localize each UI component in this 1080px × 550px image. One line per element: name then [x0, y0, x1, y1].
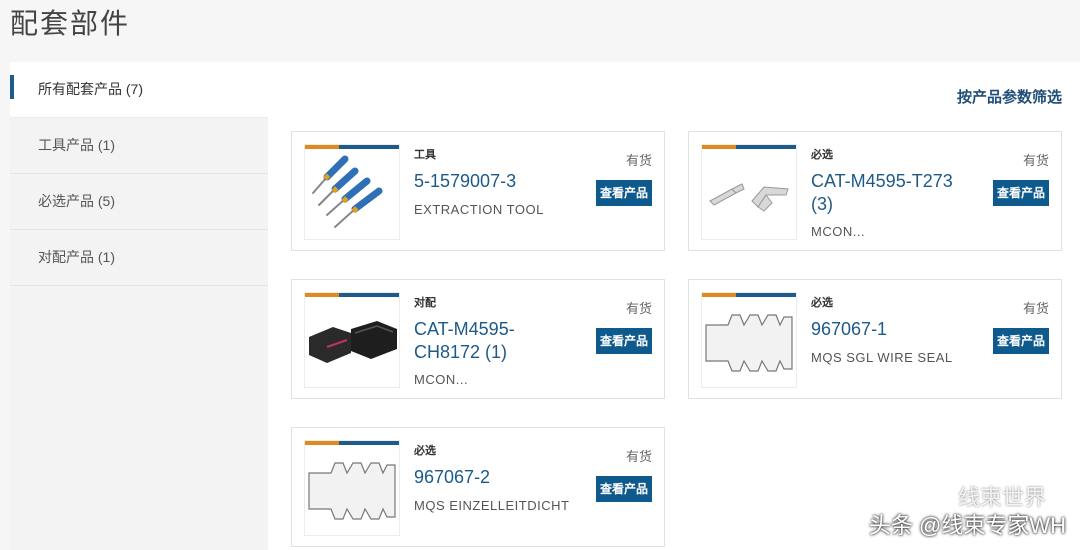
- wire-seal-image[interactable]: [304, 440, 400, 536]
- view-product-button[interactable]: 查看产品: [993, 328, 1049, 354]
- sidebar: 所有配套产品 (7) 工具产品 (1) 必选产品 (5) 对配产品 (1): [10, 62, 268, 550]
- product-category: 必选: [811, 297, 833, 309]
- page-title: 配套部件: [10, 8, 131, 39]
- wire-seal-icon: [308, 462, 396, 520]
- filter-by-parameters-link[interactable]: 按产品参数筛选: [957, 86, 1062, 107]
- sidebar-item-required[interactable]: 必选产品 (5): [10, 174, 268, 230]
- part-number-link[interactable]: 967067-2: [414, 466, 574, 489]
- product-card: 工具 5-1579007-3 EXTRACTION TOOL 有货 查看产品: [291, 131, 665, 251]
- product-description: MQS SGL WIRE SEAL: [811, 350, 953, 365]
- watermark-text: 头条 @线束专家WH: [868, 513, 1066, 538]
- product-description: MCON...: [811, 224, 866, 239]
- product-card: 必选 CAT-M4595-T273 (3) MCON... 有货 查看产品: [688, 131, 1062, 251]
- sidebar-item-all[interactable]: 所有配套产品 (7): [10, 62, 268, 118]
- product-category: 工具: [414, 149, 436, 161]
- product-description: MCON...: [414, 372, 469, 387]
- stock-status: 有货: [625, 301, 652, 316]
- wire-seal-image[interactable]: [701, 292, 797, 388]
- stock-status: 有货: [625, 153, 652, 168]
- stock-status: 有货: [1022, 153, 1049, 168]
- product-category: 必选: [811, 149, 833, 161]
- product-card: 必选 967067-1 MQS SGL WIRE SEAL 有货 查看产品: [688, 279, 1062, 399]
- product-category: 对配: [414, 297, 436, 309]
- view-product-button[interactable]: 查看产品: [993, 180, 1049, 206]
- part-number-link[interactable]: 5-1579007-3: [414, 170, 574, 193]
- product-card: 必选 967067-2 MQS EINZELLEITDICHT 有货 查看产品: [291, 427, 665, 547]
- stock-status: 有货: [1022, 301, 1049, 316]
- extraction-tool-icon: [312, 155, 383, 228]
- extraction-tool-image[interactable]: [304, 144, 400, 240]
- product-card: 对配 CAT-M4595-CH8172 (1) MCON... 有货 查看产品: [291, 279, 665, 399]
- view-product-button[interactable]: 查看产品: [596, 328, 652, 354]
- part-number-link[interactable]: 967067-1: [811, 318, 971, 341]
- product-description: MQS EINZELLEITDICHT: [414, 498, 570, 513]
- connector-housing-icon: [309, 321, 397, 363]
- view-product-button[interactable]: 查看产品: [596, 180, 652, 206]
- product-description: EXTRACTION TOOL: [414, 202, 544, 217]
- sidebar-item-mating[interactable]: 对配产品 (1): [10, 230, 268, 286]
- product-category: 必选: [414, 445, 436, 457]
- part-number-link[interactable]: CAT-M4595-T273 (3): [811, 170, 971, 216]
- view-product-button[interactable]: 查看产品: [596, 476, 652, 502]
- sidebar-item-tools[interactable]: 工具产品 (1): [10, 118, 268, 174]
- part-number-link[interactable]: CAT-M4595-CH8172 (1): [414, 318, 574, 364]
- terminal-contact-icon: [709, 183, 789, 212]
- stock-status: 有货: [625, 449, 652, 464]
- connector-housings-image[interactable]: [304, 292, 400, 388]
- wire-seal-icon: [705, 314, 793, 372]
- terminal-contacts-image[interactable]: [701, 144, 797, 240]
